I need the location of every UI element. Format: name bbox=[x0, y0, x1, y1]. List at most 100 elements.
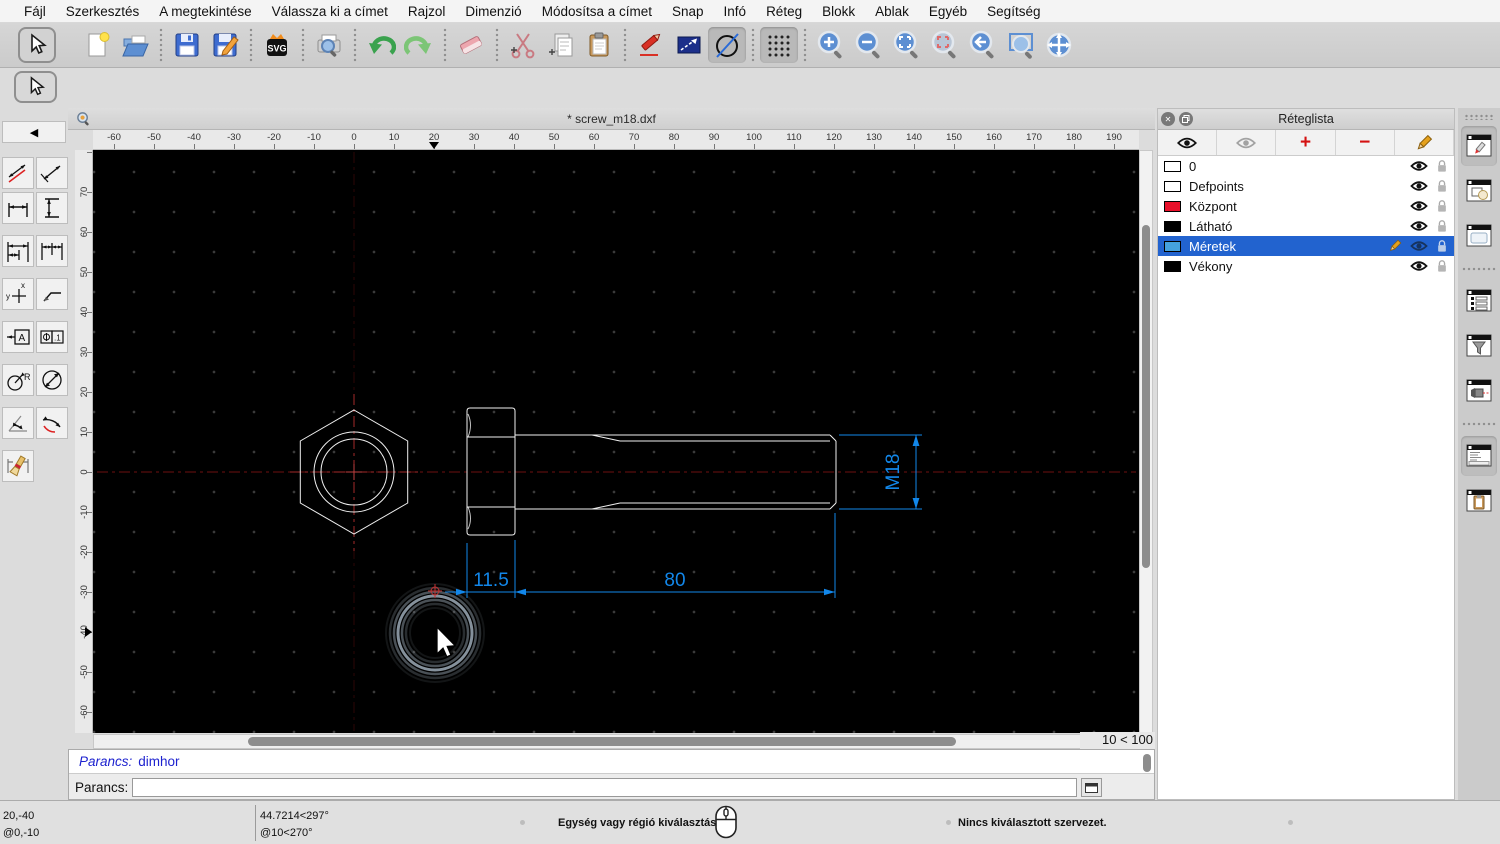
menu-item[interactable]: Rajzol bbox=[398, 4, 456, 19]
menu-item[interactable]: Ablak bbox=[865, 4, 919, 19]
drawing-canvas[interactable]: 11.5 80 M18 bbox=[93, 150, 1139, 733]
menu-item[interactable]: Dimenzió bbox=[455, 4, 531, 19]
select-window-button[interactable] bbox=[670, 27, 708, 63]
layer-lock-icon[interactable] bbox=[1436, 159, 1448, 173]
add-layer-button[interactable]: + bbox=[1276, 130, 1336, 155]
delete-eraser-button[interactable] bbox=[452, 27, 490, 63]
edit-layer-button[interactable] bbox=[1395, 130, 1455, 155]
menu-item[interactable]: Snap bbox=[662, 4, 714, 19]
export-svg-button[interactable]: SVG bbox=[258, 27, 296, 63]
ruler-label: 30 bbox=[468, 132, 480, 143]
dim-angular-tool[interactable] bbox=[2, 407, 34, 439]
hide-all-layers-button[interactable] bbox=[1217, 130, 1277, 155]
layer-row[interactable]: 0 bbox=[1158, 156, 1454, 176]
clipboard-dock-button[interactable] bbox=[1461, 481, 1497, 521]
draft-mode-button[interactable] bbox=[708, 27, 746, 63]
pen-attributes-button[interactable] bbox=[632, 27, 670, 63]
vertical-scrollbar[interactable] bbox=[1139, 150, 1153, 734]
command-line-dock-button[interactable] bbox=[1461, 436, 1497, 476]
filter-dock-button[interactable] bbox=[1461, 326, 1497, 366]
new-document-button[interactable] bbox=[78, 27, 116, 63]
vertical-scrollbar-thumb[interactable] bbox=[1142, 225, 1150, 568]
layer-list-dock-button[interactable] bbox=[1461, 126, 1497, 166]
zoom-auto-button[interactable] bbox=[888, 27, 926, 63]
paste-button[interactable] bbox=[580, 27, 618, 63]
show-all-layers-button[interactable] bbox=[1158, 130, 1218, 155]
menu-item[interactable]: Válassza ki a címet bbox=[262, 4, 398, 19]
layer-lock-icon[interactable] bbox=[1436, 259, 1448, 273]
document-titlebar[interactable]: * screw_m18.dxf bbox=[68, 108, 1155, 130]
layer-lock-icon[interactable] bbox=[1436, 239, 1448, 253]
highlighted-circle-entity[interactable] bbox=[385, 583, 485, 683]
menu-item[interactable]: Blokk bbox=[812, 4, 865, 19]
zoom-previous-button[interactable] bbox=[964, 27, 1002, 63]
palette-select-tool[interactable] bbox=[14, 71, 57, 103]
menu-item[interactable]: A megtekintése bbox=[149, 4, 261, 19]
redo-button[interactable] bbox=[400, 27, 438, 63]
library-browser-dock-button[interactable] bbox=[1461, 216, 1497, 256]
dim-aligned-tool[interactable] bbox=[2, 157, 34, 189]
grid-toggle-button[interactable] bbox=[760, 27, 798, 63]
layer-visible-icon[interactable] bbox=[1410, 260, 1428, 272]
layer-visible-icon[interactable] bbox=[1410, 240, 1428, 252]
layer-visible-icon[interactable] bbox=[1410, 200, 1428, 212]
menu-item[interactable]: Réteg bbox=[756, 4, 812, 19]
dim-ordinate-tool[interactable]: xy bbox=[2, 278, 34, 310]
horizontal-scrollbar[interactable] bbox=[93, 734, 1153, 749]
svg-text:SVG: SVG bbox=[267, 44, 286, 54]
print-preview-button[interactable] bbox=[310, 27, 348, 63]
layer-lock-icon[interactable] bbox=[1436, 179, 1448, 193]
menu-item[interactable]: Szerkesztés bbox=[56, 4, 150, 19]
undo-button[interactable] bbox=[362, 27, 400, 63]
menu-item[interactable]: Egyéb bbox=[919, 4, 977, 19]
palette-back-button[interactable]: ◀ bbox=[2, 121, 66, 143]
dim-linear-icon bbox=[40, 165, 61, 183]
layer-row[interactable]: Központ bbox=[1158, 196, 1454, 216]
dock-widget-strip bbox=[1458, 108, 1500, 800]
open-file-button[interactable] bbox=[116, 27, 154, 63]
entity-list-dock-button[interactable] bbox=[1461, 281, 1497, 321]
undo-arrow-icon bbox=[369, 36, 396, 55]
pan-button[interactable] bbox=[1040, 27, 1078, 63]
command-history-scrollbar[interactable] bbox=[1143, 754, 1151, 772]
command-detach-button[interactable] bbox=[1081, 778, 1103, 797]
save-button[interactable] bbox=[168, 27, 206, 63]
layer-lock-icon[interactable] bbox=[1436, 199, 1448, 213]
layer-row[interactable]: Látható bbox=[1158, 216, 1454, 236]
layer-row-selected[interactable]: Méretek bbox=[1158, 236, 1454, 256]
select-tool-button[interactable] bbox=[18, 27, 56, 63]
layer-visible-icon[interactable] bbox=[1410, 160, 1428, 172]
ruler-label: 150 bbox=[946, 132, 962, 143]
layer-visible-icon[interactable] bbox=[1410, 180, 1428, 192]
menu-item[interactable]: Segítség bbox=[977, 4, 1050, 19]
remove-layer-button[interactable]: − bbox=[1336, 130, 1395, 155]
block-list-dock-button[interactable] bbox=[1461, 171, 1497, 211]
pen-palette-dock-button[interactable] bbox=[1461, 371, 1497, 411]
ruler-label: 40 bbox=[508, 132, 520, 143]
dimensions[interactable]: 11.5 80 M18 bbox=[445, 434, 922, 598]
save-as-button[interactable] bbox=[206, 27, 244, 63]
dim-horizontal-tool[interactable] bbox=[2, 192, 34, 224]
layer-lock-icon[interactable] bbox=[1436, 219, 1448, 233]
zoom-out-button[interactable] bbox=[850, 27, 888, 63]
status-bar: 20,-40 @0,-10 44.7214<297° @10<270° Egys… bbox=[0, 800, 1500, 844]
horizontal-scrollbar-thumb[interactable] bbox=[248, 737, 956, 746]
zoom-window-button[interactable] bbox=[1002, 27, 1040, 63]
layer-row[interactable]: Vékony bbox=[1158, 256, 1454, 276]
command-input[interactable] bbox=[132, 778, 1078, 797]
menu-item[interactable]: Infó bbox=[714, 4, 757, 19]
layer-visible-icon[interactable] bbox=[1410, 220, 1428, 232]
dim-baseline-tool[interactable] bbox=[2, 235, 34, 267]
action-hint: Egység vagy régió kiválasztása bbox=[558, 817, 723, 829]
layer-edit-pencil-icon[interactable] bbox=[1388, 239, 1402, 253]
cut-button[interactable] bbox=[504, 27, 542, 63]
copy-button[interactable] bbox=[542, 27, 580, 63]
dim-regenerate-tool[interactable] bbox=[2, 450, 34, 482]
menu-item[interactable]: Fájl bbox=[14, 4, 56, 19]
menu-item[interactable]: Módosítsa a címet bbox=[532, 4, 662, 19]
dim-radius-tool[interactable]: R bbox=[2, 364, 34, 396]
dim-text-tool[interactable]: A bbox=[2, 321, 34, 353]
zoom-in-button[interactable] bbox=[812, 27, 850, 63]
layer-row[interactable]: Defpoints bbox=[1158, 176, 1454, 196]
zoom-selected-button[interactable] bbox=[926, 27, 964, 63]
